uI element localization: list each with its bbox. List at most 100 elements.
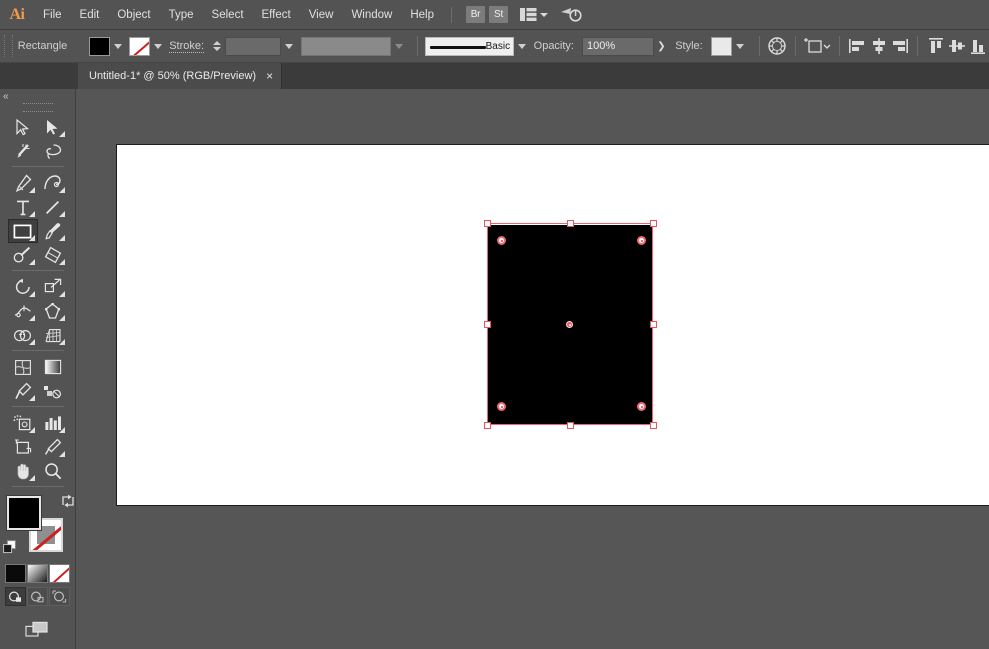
tool-gradient[interactable] bbox=[38, 355, 68, 379]
workspace-switcher[interactable] bbox=[518, 6, 548, 24]
default-fill-stroke-icon[interactable] bbox=[2, 540, 17, 554]
change-screen-mode-button[interactable] bbox=[23, 619, 53, 641]
brush-definition-chevron-icon[interactable] bbox=[516, 37, 529, 56]
fill-dropdown-chevron-icon[interactable] bbox=[112, 37, 125, 56]
menu-file[interactable]: File bbox=[34, 1, 71, 29]
document-tab-untitled-1[interactable]: Untitled-1* @ 50% (RGB/Preview) × bbox=[78, 63, 283, 89]
menu-select[interactable]: Select bbox=[203, 1, 253, 29]
selection-handle-top-left[interactable] bbox=[484, 220, 491, 227]
brush-definition-input[interactable]: Basic bbox=[425, 36, 515, 56]
stroke-weight-input[interactable] bbox=[224, 36, 281, 56]
stroke-dropdown-chevron-icon[interactable] bbox=[152, 37, 165, 56]
bridge-button[interactable]: Br bbox=[466, 6, 485, 23]
chevron-down-icon bbox=[540, 12, 548, 17]
graphic-style-chevron-icon[interactable] bbox=[734, 37, 747, 56]
tool-lasso[interactable] bbox=[38, 139, 68, 163]
tool-magic-wand[interactable] bbox=[8, 139, 38, 163]
tool-eraser[interactable] bbox=[38, 243, 68, 267]
tool-blend[interactable] bbox=[38, 379, 68, 403]
corner-radius-widget-top-right[interactable] bbox=[637, 236, 646, 245]
menu-window[interactable]: Window bbox=[342, 1, 401, 29]
selection-handle-bottom-right[interactable] bbox=[650, 422, 657, 429]
selection-handle-middle-left[interactable] bbox=[484, 321, 491, 328]
align-left-icon[interactable] bbox=[847, 35, 868, 57]
align-horizontal-center-icon[interactable] bbox=[868, 35, 889, 57]
menu-type[interactable]: Type bbox=[160, 1, 203, 29]
align-top-icon[interactable] bbox=[925, 35, 946, 57]
tool-line-segment[interactable] bbox=[38, 195, 68, 219]
recolor-artwork-icon[interactable] bbox=[767, 35, 788, 57]
tool-paintbrush[interactable] bbox=[38, 219, 68, 243]
gradient-mode-button[interactable] bbox=[27, 564, 48, 583]
brush-preview-line-icon bbox=[430, 45, 487, 49]
corner-radius-widget-top-left[interactable] bbox=[497, 236, 506, 245]
menu-effect[interactable]: Effect bbox=[253, 1, 300, 29]
tool-slice[interactable] bbox=[38, 435, 68, 459]
fill-indicator-swatch[interactable] bbox=[6, 496, 41, 530]
control-bar-grip[interactable] bbox=[4, 35, 13, 57]
collapse-tools-button[interactable]: « bbox=[0, 89, 78, 103]
stroke-swatch-button[interactable] bbox=[129, 36, 150, 56]
close-icon[interactable]: × bbox=[266, 70, 273, 82]
tool-divider-1 bbox=[11, 166, 64, 167]
none-mode-button[interactable] bbox=[49, 564, 70, 583]
menu-edit[interactable]: Edit bbox=[71, 1, 109, 29]
menu-bar: Ai File Edit Object Type Select Effect V… bbox=[0, 0, 989, 30]
tool-column-graph[interactable] bbox=[38, 411, 68, 435]
tool-selection[interactable] bbox=[8, 115, 38, 139]
tool-zoom[interactable] bbox=[38, 459, 68, 483]
selection-handle-top-right[interactable] bbox=[650, 220, 657, 227]
draw-inside-button[interactable] bbox=[49, 587, 70, 606]
menu-object[interactable]: Object bbox=[108, 1, 159, 29]
align-vertical-center-icon[interactable] bbox=[947, 35, 968, 57]
tool-perspective-grid[interactable] bbox=[38, 323, 68, 347]
tool-shape-builder[interactable] bbox=[8, 323, 38, 347]
tool-rotate[interactable] bbox=[8, 275, 38, 299]
align-right-icon[interactable] bbox=[889, 35, 910, 57]
tool-width[interactable] bbox=[8, 299, 38, 323]
opacity-more-options-button[interactable]: ❯ bbox=[654, 35, 669, 57]
tool-group-transform bbox=[8, 275, 68, 347]
opacity-input[interactable]: 100% bbox=[582, 36, 654, 56]
tool-rectangle[interactable] bbox=[7, 219, 38, 243]
selection-handle-top-center[interactable] bbox=[567, 220, 574, 227]
document-tab-bar: Untitled-1* @ 50% (RGB/Preview) × bbox=[0, 63, 989, 89]
workspace: « bbox=[0, 89, 989, 649]
tool-symbol-sprayer[interactable] bbox=[8, 411, 38, 435]
stock-button[interactable]: St bbox=[489, 6, 508, 23]
align-bottom-icon[interactable] bbox=[968, 35, 989, 57]
tool-curvature[interactable] bbox=[38, 171, 68, 195]
swap-fill-stroke-icon[interactable] bbox=[61, 494, 75, 508]
stroke-weight-label[interactable]: Stroke: bbox=[169, 40, 205, 53]
stroke-weight-stepper[interactable] bbox=[212, 36, 223, 56]
selection-handle-bottom-center[interactable] bbox=[567, 422, 574, 429]
corner-radius-widget-bottom-left[interactable] bbox=[497, 402, 506, 411]
menu-view[interactable]: View bbox=[300, 1, 343, 29]
tool-type[interactable] bbox=[8, 195, 38, 219]
tool-pen[interactable] bbox=[8, 171, 38, 195]
menu-help[interactable]: Help bbox=[401, 1, 443, 29]
transform-shape-icon[interactable] bbox=[803, 35, 832, 57]
tool-mesh[interactable] bbox=[8, 355, 38, 379]
tool-artboard[interactable] bbox=[8, 435, 38, 459]
tool-hand[interactable] bbox=[8, 459, 38, 483]
selection-handle-middle-right[interactable] bbox=[650, 321, 657, 328]
selection-center-point[interactable] bbox=[566, 321, 573, 328]
search-adobe-icon[interactable] bbox=[558, 5, 584, 25]
graphic-style-swatch[interactable] bbox=[710, 36, 733, 56]
tools-panel: « bbox=[0, 89, 76, 649]
tool-eyedropper[interactable] bbox=[8, 379, 38, 403]
color-mode-button[interactable] bbox=[5, 564, 26, 583]
draw-normal-button[interactable] bbox=[5, 587, 26, 606]
tool-direct-selection[interactable] bbox=[38, 115, 68, 139]
tool-shaper[interactable] bbox=[8, 243, 38, 267]
fill-swatch-button[interactable] bbox=[89, 36, 110, 56]
canvas-area[interactable] bbox=[76, 89, 989, 649]
tools-panel-grip[interactable] bbox=[22, 103, 53, 112]
corner-radius-widget-bottom-right[interactable] bbox=[637, 402, 646, 411]
tool-scale[interactable] bbox=[38, 275, 68, 299]
tool-free-transform[interactable] bbox=[38, 299, 68, 323]
stroke-weight-chevron-icon[interactable] bbox=[283, 37, 296, 56]
selection-handle-bottom-left[interactable] bbox=[484, 422, 491, 429]
draw-behind-button[interactable] bbox=[27, 587, 48, 606]
